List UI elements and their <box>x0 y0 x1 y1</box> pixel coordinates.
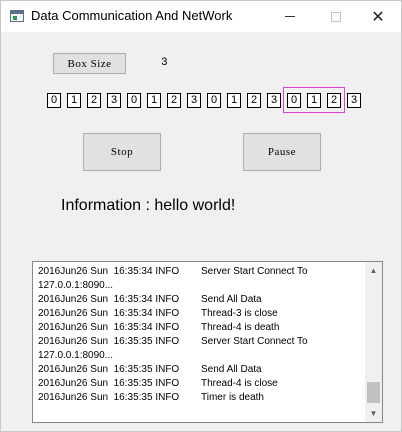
log-line: 2016Jun26 Sun 16:35:34 INFO Thread-3 is c… <box>38 307 278 320</box>
maximize-button[interactable] <box>313 1 359 32</box>
data-cell: 2 <box>247 93 261 108</box>
data-cell: 0 <box>47 93 61 108</box>
log-time: 2016Jun26 Sun 16:35:34 INFO <box>38 294 180 305</box>
scrollbar-thumb[interactable] <box>367 382 380 403</box>
log-line: 2016Jun26 Sun 16:35:35 INFO Server Start … <box>38 335 308 348</box>
log-line: 2016Jun26 Sun 16:35:34 INFO Send All Data <box>38 293 262 306</box>
title-bar[interactable]: Data Communication And NetWork ✕ <box>1 1 401 32</box>
data-cell: 1 <box>227 93 241 108</box>
data-cell: 3 <box>267 93 281 108</box>
log-message: Thread-3 is close <box>201 308 278 319</box>
data-cell: 2 <box>87 93 101 108</box>
scroll-down-arrow-icon[interactable]: ▼ <box>365 405 382 422</box>
log-time: 127.0.0.1:8090... <box>38 280 114 291</box>
data-cell: 3 <box>347 93 361 108</box>
log-line: 127.0.0.1:8090... <box>38 279 113 292</box>
log-scrollbar[interactable]: ▲ ▼ <box>365 262 382 422</box>
app-window-icon <box>10 10 24 22</box>
log-message: Server Start Connect To <box>201 336 308 347</box>
close-button[interactable]: ✕ <box>355 1 401 32</box>
box-size-button[interactable]: Box Size <box>53 53 126 74</box>
data-cell: 0 <box>127 93 141 108</box>
close-icon: ✕ <box>371 8 385 26</box>
log-time: 2016Jun26 Sun 16:35:35 INFO <box>38 364 180 375</box>
data-cell: 3 <box>187 93 201 108</box>
pause-button[interactable]: Pause <box>243 133 321 171</box>
maximize-icon <box>331 11 341 22</box>
log-time: 2016Jun26 Sun 16:35:34 INFO <box>38 308 180 319</box>
box-size-value: 3 <box>161 57 168 69</box>
log-time: 127.0.0.1:8090... <box>38 350 114 361</box>
sliding-window-highlight <box>283 87 345 113</box>
log-time: 2016Jun26 Sun 16:35:35 INFO <box>38 336 180 347</box>
window-title: Data Communication And NetWork <box>31 8 233 23</box>
log-message: Thread-4 is close <box>201 378 278 389</box>
data-cell: 1 <box>67 93 81 108</box>
log-message: Thread-4 is death <box>201 322 280 333</box>
data-cell: 3 <box>107 93 121 108</box>
log-message: Send All Data <box>201 294 262 305</box>
log-line: 2016Jun26 Sun 16:35:34 INFO Thread-4 is d… <box>38 321 279 334</box>
log-line: 2016Jun26 Sun 16:35:35 INFO Send All Data <box>38 363 262 376</box>
data-cell: 0 <box>207 93 221 108</box>
log-time: 2016Jun26 Sun 16:35:34 INFO <box>38 322 180 333</box>
stop-button[interactable]: Stop <box>83 133 161 171</box>
log-message: Timer is death <box>201 392 264 403</box>
minimize-button[interactable] <box>267 1 313 32</box>
log-line: 2016Jun26 Sun 16:35:35 INFO Thread-4 is c… <box>38 377 278 390</box>
log-message: Server Start Connect To <box>201 266 308 277</box>
data-cell: 2 <box>167 93 181 108</box>
minimize-icon <box>285 16 295 17</box>
scroll-up-arrow-icon[interactable]: ▲ <box>365 262 382 279</box>
information-label: Information : hello world! <box>61 197 236 214</box>
log-message: Send All Data <box>201 364 262 375</box>
log-textarea[interactable]: 2016Jun26 Sun 16:35:35 INFO Timer is deat… <box>32 261 383 423</box>
log-line: 2016Jun26 Sun 16:35:35 INFO Timer is deat… <box>38 391 264 404</box>
log-line: 2016Jun26 Sun 16:35:34 INFO Server Start … <box>38 265 308 278</box>
log-time: 2016Jun26 Sun 16:35:35 INFO <box>38 392 180 403</box>
log-line: 127.0.0.1:8090... <box>38 349 113 362</box>
app-window: Data Communication And NetWork ✕ Box Siz… <box>0 0 402 432</box>
log-time: 2016Jun26 Sun 16:35:35 INFO <box>38 378 180 389</box>
data-cell: 1 <box>147 93 161 108</box>
log-time: 2016Jun26 Sun 16:35:34 INFO <box>38 266 180 277</box>
